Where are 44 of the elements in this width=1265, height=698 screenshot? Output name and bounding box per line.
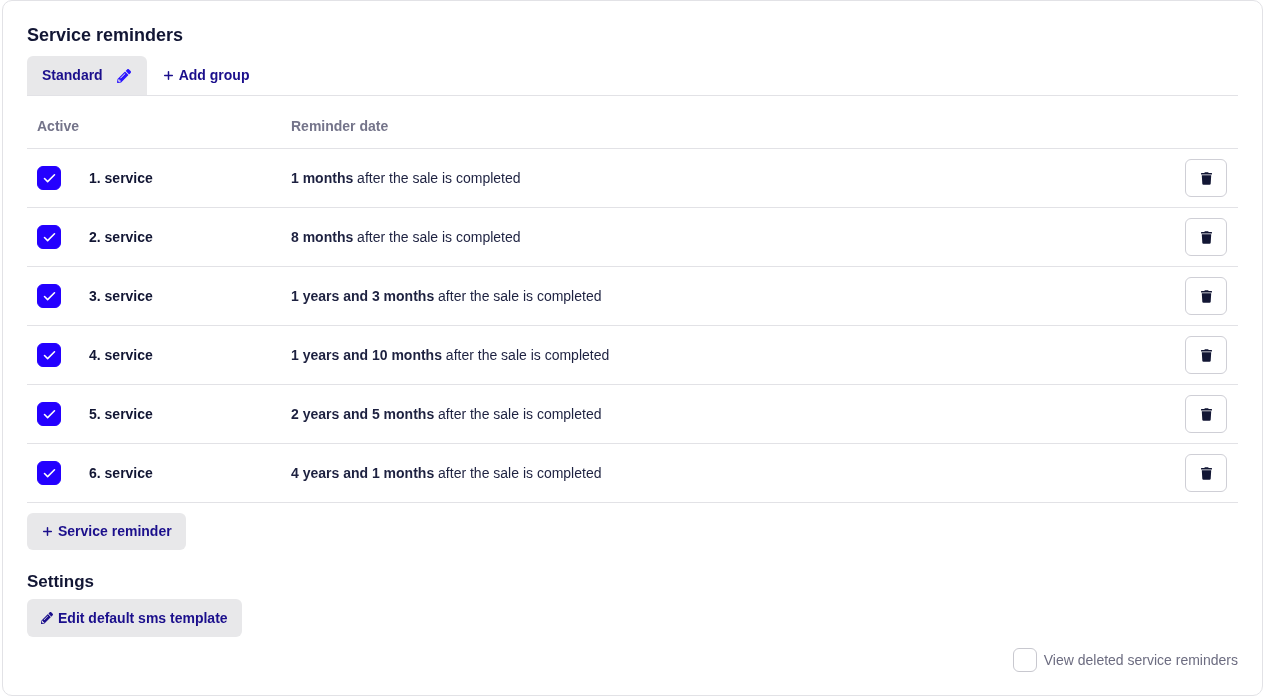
delete-button[interactable] — [1185, 218, 1227, 256]
delete-button[interactable] — [1185, 454, 1227, 492]
table-cell-text: 4 years and 1 months after the sale is completed — [291, 463, 602, 483]
group-tab[interactable]: Standard — [27, 56, 147, 95]
trash-icon — [1200, 348, 1212, 362]
table-cell-text: 1 years and 10 months after the sale is completed — [291, 345, 610, 365]
delete-button[interactable] — [1185, 395, 1227, 433]
active-checkbox[interactable] — [37, 225, 61, 249]
active-checkbox[interactable] — [37, 461, 61, 485]
table-cell-text: 4. service — [89, 345, 154, 365]
column-header: Active — [37, 116, 81, 136]
settings-title: Settings — [27, 571, 95, 593]
plus-icon — [41, 525, 54, 538]
trash-icon — [1200, 289, 1212, 303]
delete-button[interactable] — [1185, 277, 1227, 315]
edit-template-button[interactable]: Edit default sms template — [27, 599, 242, 637]
active-checkbox[interactable] — [37, 402, 61, 426]
table-cell-text: 3. service — [89, 286, 154, 306]
pencil-icon — [116, 68, 131, 83]
column-header: Reminder date — [291, 116, 389, 136]
active-checkbox[interactable] — [37, 343, 61, 367]
active-checkbox[interactable] — [37, 166, 61, 190]
add-group-link[interactable]: Add group — [161, 56, 250, 95]
trash-icon — [1200, 466, 1212, 480]
section-title: Service reminders — [27, 24, 184, 47]
table-cell-text: 2. service — [89, 227, 154, 247]
delete-button[interactable] — [1185, 159, 1227, 197]
table-cell-text: 5. service — [89, 404, 154, 424]
add-reminder-button[interactable]: Service reminder — [27, 513, 186, 550]
pencil-icon — [41, 612, 53, 624]
trash-icon — [1200, 230, 1212, 244]
trash-icon — [1200, 171, 1212, 185]
table-cell-text: 1 years and 3 months after the sale is completed — [291, 286, 602, 306]
delete-button[interactable] — [1185, 336, 1227, 374]
active-checkbox[interactable] — [37, 284, 61, 308]
table-cell-text: 1 months after the sale is completed — [291, 168, 521, 188]
checkbox-label: View deleted service reminders — [1043, 650, 1238, 670]
table-cell-text: 8 months after the sale is completed — [291, 227, 521, 247]
table-cell-text: 6. service — [89, 463, 154, 483]
table-cell-text: 2 years and 5 months after the sale is completed — [291, 404, 602, 424]
view-deleted-checkbox[interactable] — [1012, 648, 1037, 672]
table-cell-text: 1. service — [89, 168, 154, 188]
trash-icon — [1200, 407, 1212, 421]
plus-icon — [161, 69, 175, 82]
